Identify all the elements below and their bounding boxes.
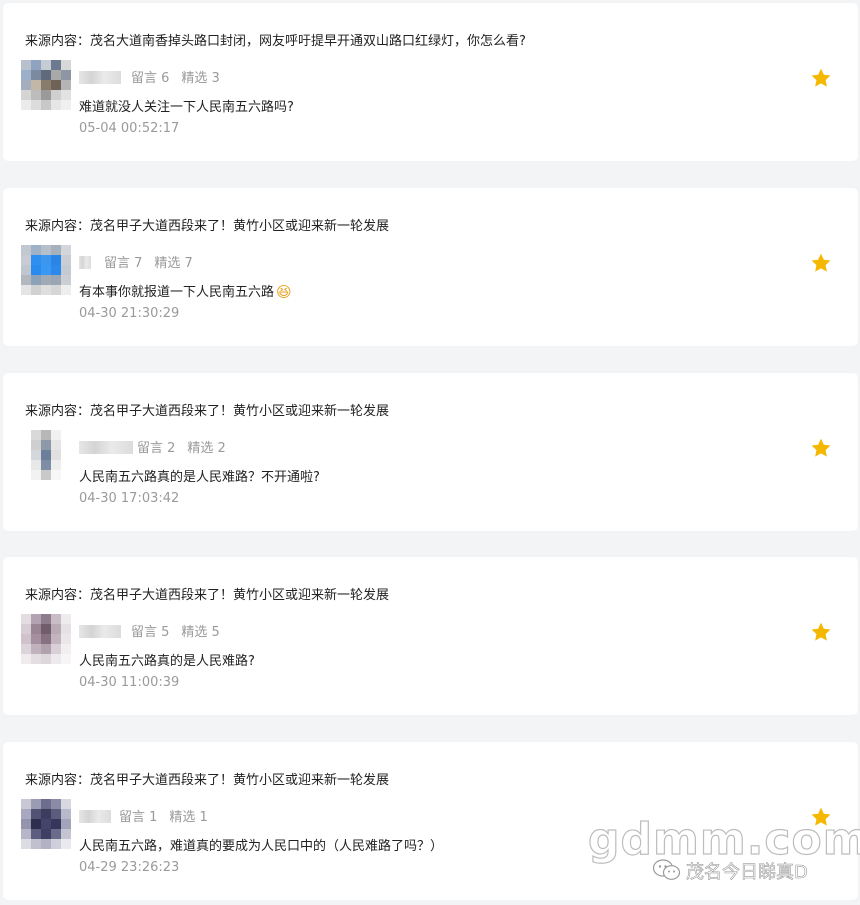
reply-count: 留言 7 — [104, 256, 143, 271]
comment-stats: 留言 1 精选 1 — [119, 806, 208, 825]
source-label: 来源内容： — [25, 219, 91, 234]
comment-card: 来源内容：茂名甲子大道西段来了！黄竹小区或迎来新一轮发展 留言 7 精选 7 有本… — [3, 188, 858, 346]
selected-count: 精选 3 — [181, 71, 220, 86]
source-content[interactable]: 来源内容：茂名甲子大道西段来了！黄竹小区或迎来新一轮发展 — [25, 769, 389, 788]
source-content[interactable]: 来源内容：茂名甲子大道西段来了！黄竹小区或迎来新一轮发展 — [25, 584, 389, 603]
comment-text: 难道就没人关注一下人民南五六路吗? — [79, 100, 294, 115]
source-label: 来源内容： — [25, 404, 91, 419]
comment-text: 人民南五六路，难道真的要成为人民口中的（人民难路了吗？） — [79, 839, 444, 854]
source-label: 来源内容： — [25, 34, 91, 49]
username-blurred — [79, 71, 121, 84]
username-blurred — [79, 625, 121, 638]
comment-card: 来源内容：茂名甲子大道西段来了！黄竹小区或迎来新一轮发展 留言 5 精选 5 人民… — [3, 557, 858, 715]
selected-count: 精选 7 — [154, 256, 193, 271]
avatar[interactable] — [21, 614, 71, 664]
avatar[interactable] — [21, 60, 71, 110]
reply-count: 留言 2 — [137, 441, 176, 456]
comment-time: 04-30 11:00:39 — [79, 675, 180, 690]
reply-count: 留言 5 — [131, 625, 170, 640]
comment-time: 04-29 23:26:23 — [79, 860, 180, 875]
source-content[interactable]: 来源内容：茂名大道南香掉头路口封闭，网友呼吁提早开通双山路口红绿灯，你怎么看? — [25, 30, 526, 49]
selected-count: 精选 5 — [181, 625, 220, 640]
comment-time: 04-30 17:03:42 — [79, 491, 180, 506]
source-title: 茂名甲子大道西段来了！黄竹小区或迎来新一轮发展 — [90, 404, 390, 419]
comment-card: 来源内容：茂名甲子大道西段来了！黄竹小区或迎来新一轮发展 留言 1 精选 1 人民… — [3, 742, 858, 900]
comment-card: 来源内容：茂名大道南香掉头路口封闭，网友呼吁提早开通双山路口红绿灯，你怎么看? … — [3, 3, 858, 161]
username-blurred — [79, 441, 133, 454]
comment-text: 人民南五六路真的是人民难路? — [79, 654, 255, 669]
reply-count: 留言 6 — [131, 71, 170, 86]
comment-text: 人民南五六路真的是人民难路？不开通啦? — [79, 470, 320, 485]
selected-count: 精选 1 — [169, 810, 208, 825]
source-title: 茂名甲子大道西段来了！黄竹小区或迎来新一轮发展 — [90, 219, 390, 234]
avatar[interactable] — [21, 245, 71, 295]
star-icon[interactable] — [810, 252, 832, 274]
star-icon[interactable] — [810, 437, 832, 459]
comment-time: 05-04 00:52:17 — [79, 121, 180, 136]
source-content[interactable]: 来源内容：茂名甲子大道西段来了！黄竹小区或迎来新一轮发展 — [25, 400, 389, 419]
comment-time: 04-30 21:30:29 — [79, 306, 180, 321]
source-title: 茂名大道南香掉头路口封闭，网友呼吁提早开通双山路口红绿灯，你怎么看? — [90, 34, 526, 49]
avatar[interactable] — [21, 799, 71, 849]
star-icon[interactable] — [810, 621, 832, 643]
comment-list: 来源内容：茂名大道南香掉头路口封闭，网友呼吁提早开通双山路口红绿灯，你怎么看? … — [0, 0, 860, 905]
username-blurred — [79, 256, 91, 269]
source-content[interactable]: 来源内容：茂名甲子大道西段来了！黄竹小区或迎来新一轮发展 — [25, 215, 389, 234]
source-label: 来源内容： — [25, 588, 91, 603]
comment-stats: 留言 5 精选 5 — [131, 621, 220, 640]
grin-emoji-icon: 😆 — [276, 283, 292, 301]
star-icon[interactable] — [810, 806, 832, 828]
comment-card: 来源内容：茂名甲子大道西段来了！黄竹小区或迎来新一轮发展 留言 2 精选 2 人民… — [3, 373, 858, 531]
username-blurred — [79, 810, 111, 823]
comment-stats: 留言 7 精选 7 — [104, 252, 193, 271]
avatar[interactable] — [21, 430, 71, 480]
source-label: 来源内容： — [25, 773, 91, 788]
source-title: 茂名甲子大道西段来了！黄竹小区或迎来新一轮发展 — [90, 773, 390, 788]
source-title: 茂名甲子大道西段来了！黄竹小区或迎来新一轮发展 — [90, 588, 390, 603]
reply-count: 留言 1 — [119, 810, 158, 825]
comment-stats: 留言 2 精选 2 — [137, 437, 226, 456]
star-icon[interactable] — [810, 67, 832, 89]
comment-text: 有本事你就报道一下人民南五六路 😆 — [79, 283, 292, 301]
selected-count: 精选 2 — [187, 441, 226, 456]
comment-stats: 留言 6 精选 3 — [131, 67, 220, 86]
